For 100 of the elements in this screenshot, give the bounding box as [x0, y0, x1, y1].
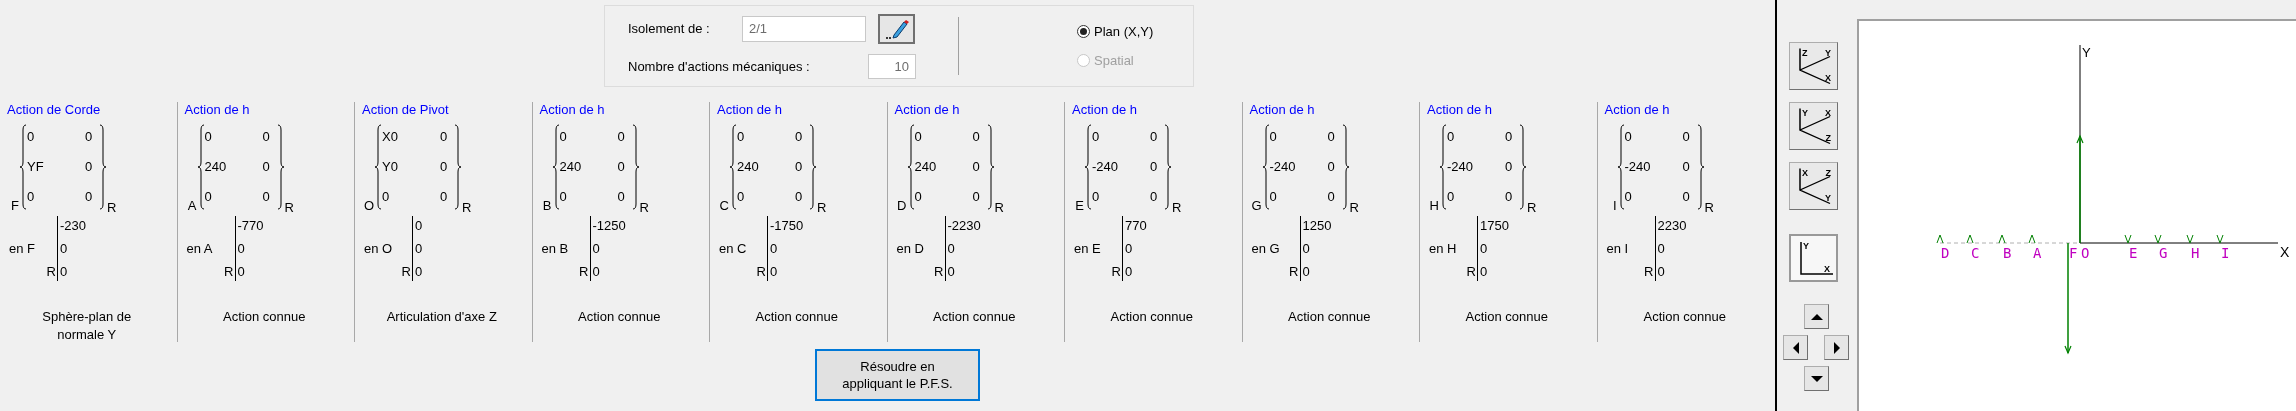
matrix-value: 0: [1269, 129, 1278, 145]
matrix-value: 0: [440, 129, 449, 145]
matrix-value: 0: [972, 129, 981, 145]
matrix-value: 0: [27, 129, 36, 145]
action-title: Action de h: [1072, 102, 1138, 118]
point-label: en D: [896, 241, 925, 256]
coordinate-value: 0: [1124, 264, 1134, 279]
view-button[interactable]: Y X: [1789, 234, 1838, 282]
action-title: Action de h: [539, 102, 605, 118]
matrix-value: X0: [382, 129, 399, 145]
matrix-value: 0: [795, 129, 804, 145]
pan-up-button[interactable]: [1804, 304, 1829, 329]
view-button[interactable]: X Z Y: [1789, 162, 1838, 210]
pencil-icon: [884, 17, 909, 40]
basis-label: R: [401, 264, 411, 279]
matrix-value: 0: [795, 189, 804, 205]
coordinate-value: 0: [414, 218, 423, 233]
matrix-value: 0: [1624, 129, 1633, 145]
matrix-value: 0: [1682, 189, 1691, 205]
matrix-value: -240: [1269, 159, 1297, 175]
point-label: H: [2191, 245, 2200, 261]
coordinate-value: 1250: [1301, 218, 1332, 233]
matrix-value: 0: [1092, 129, 1101, 145]
matrix-value: 0: [1447, 129, 1456, 145]
pan-right-button[interactable]: [1824, 335, 1849, 360]
matrix-value: 0: [1269, 189, 1278, 205]
point-label: B: [2003, 245, 2012, 261]
solve-button[interactable]: Résoudre en appliquant le P.F.S.: [815, 349, 980, 401]
matrix-value: Y0: [382, 159, 399, 175]
point-label: D: [1941, 245, 1950, 261]
point-label: en F: [9, 241, 36, 256]
radio-button[interactable]: Plan (X,Y): [1077, 24, 1154, 39]
action-description: Action connue: [1110, 308, 1193, 326]
isolation-field[interactable]: 2/1: [742, 15, 866, 42]
coordinate-value: 0: [236, 264, 246, 279]
point-label: E: [1074, 198, 1084, 214]
actions-count-label: Nombre d'actions mécaniques :: [628, 58, 811, 74]
matrix-value: 0: [440, 159, 449, 175]
point-label: C: [718, 198, 729, 214]
matrix-value: 0: [85, 159, 94, 175]
coordinate-value: 0: [1656, 241, 1666, 256]
coordinate-value: 1750: [1479, 218, 1509, 233]
matrix-value: 0: [1150, 159, 1159, 175]
coordinate-value: 0: [236, 241, 246, 256]
action-title: Action de h: [1427, 102, 1493, 118]
point-label: O: [362, 198, 374, 214]
coordinate-value: 0: [591, 264, 601, 279]
matrix-value: YF: [27, 159, 45, 175]
matrix-value: 240: [914, 159, 938, 175]
point-label: en H: [1429, 241, 1458, 256]
action-title: Action de h: [717, 102, 783, 118]
basis-label: R: [579, 264, 589, 279]
matrix-value: 240: [559, 159, 583, 175]
point-label: D: [896, 198, 907, 214]
coordinate-value: 770: [1124, 218, 1147, 233]
matrix-value: 0: [617, 129, 626, 145]
matrix-value: 0: [1505, 159, 1514, 175]
matrix-value: 0: [972, 159, 981, 175]
matrix-value: 0: [737, 189, 746, 205]
matrix-value: 0: [262, 189, 271, 205]
view-button[interactable]: Y X Z: [1789, 102, 1838, 150]
coordinate-value: 0: [59, 241, 69, 256]
pan-left-button[interactable]: [1783, 335, 1808, 360]
axis-label: X: [2280, 244, 2290, 260]
view-button[interactable]: Z Y X: [1789, 42, 1838, 90]
point-label: G: [1250, 198, 1262, 214]
basis-label: R: [1527, 200, 1537, 216]
coordinate-value: -230: [59, 218, 87, 233]
action-title: Action de Corde: [7, 102, 101, 118]
basis-label: R: [1704, 200, 1714, 216]
action-title: Action de h: [1249, 102, 1315, 118]
action-description: Action connue: [578, 308, 661, 326]
point-label: en E: [1074, 241, 1102, 256]
basis-label: R: [1111, 264, 1121, 279]
actions-count-field[interactable]: 10: [868, 53, 916, 79]
matrix-value: 0: [617, 159, 626, 175]
matrix-value: 0: [382, 189, 391, 205]
matrix-value: 0: [85, 189, 94, 205]
pan-down-button[interactable]: [1804, 366, 1829, 391]
action-description: Action connue: [1465, 308, 1548, 326]
point-label: en C: [719, 241, 748, 256]
basis-label: R: [1349, 200, 1359, 216]
matrix-value: 0: [1327, 189, 1336, 205]
matrix-value: 0: [1682, 159, 1691, 175]
edit-button[interactable]: [878, 13, 915, 44]
coordinate-value: 0: [1124, 241, 1134, 256]
axis-label: Y: [2082, 45, 2091, 60]
basis-label: R: [107, 200, 117, 216]
triangle-icon: [1810, 373, 1823, 384]
point-label: C: [1971, 245, 1980, 261]
coordinate-value: 0: [1656, 264, 1666, 279]
coordinate-value: 0: [414, 241, 423, 256]
matrix-value: 0: [617, 189, 626, 205]
point-label: H: [1428, 198, 1439, 214]
action-description: Action connue: [755, 308, 838, 326]
coordinate-value: 0: [769, 241, 779, 256]
point-label: O: [2081, 245, 2090, 261]
matrix-value: 0: [1150, 129, 1159, 145]
matrix-value: -240: [1624, 159, 1652, 175]
matrix-value: 240: [737, 159, 760, 175]
